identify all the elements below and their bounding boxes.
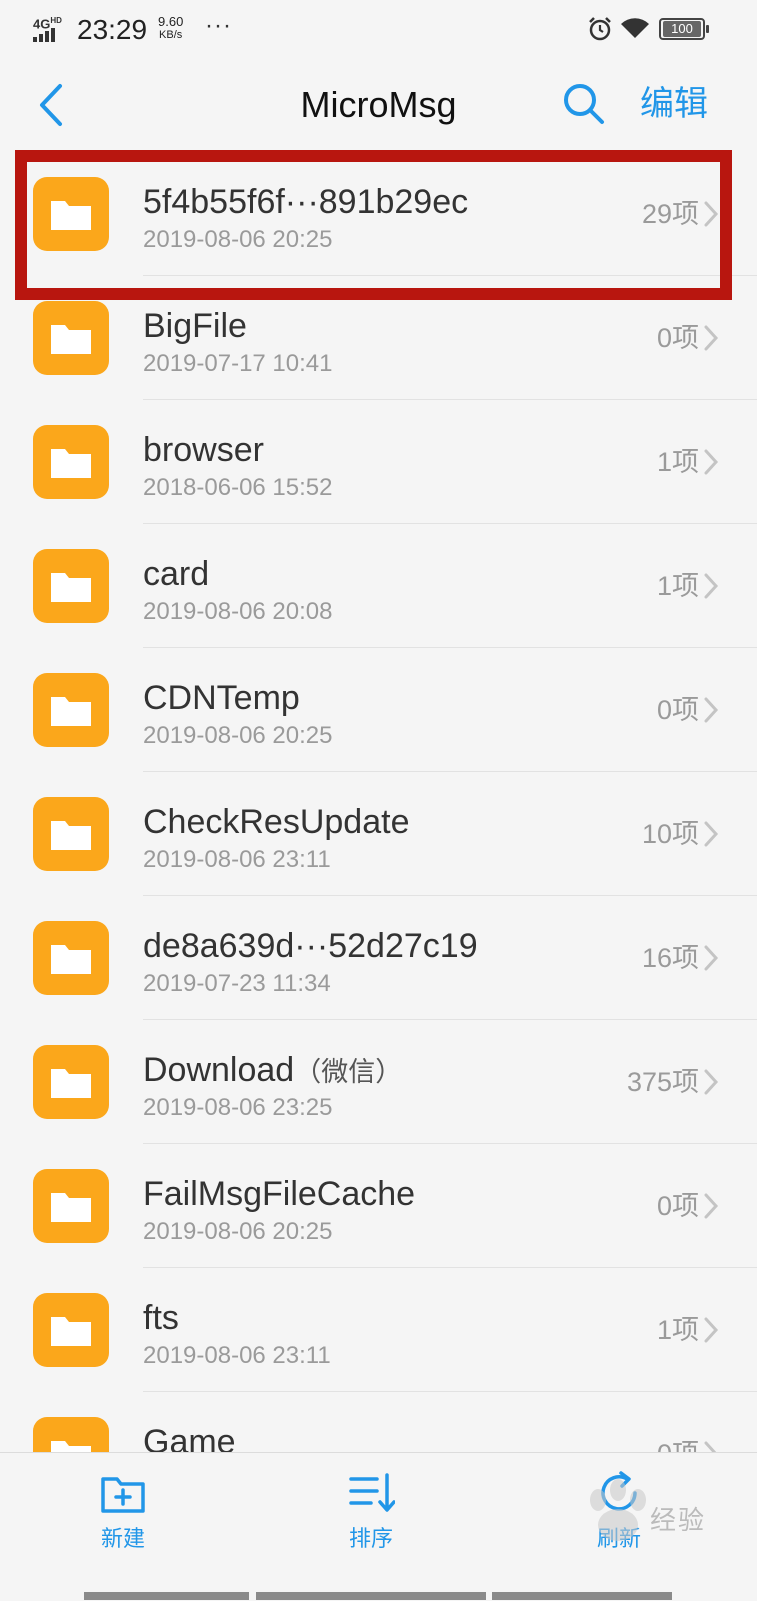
new-folder-icon [101,1477,145,1513]
chevron-right-icon [704,201,719,227]
list-item[interactable]: fts 2019-08-06 23:11 1项 [0,1268,757,1392]
chevron-right-icon [704,697,719,723]
file-date: 2019-07-23 11:34 [143,970,331,997]
folder-icon [33,549,109,623]
file-date: 2019-08-06 20:25 [143,722,333,749]
file-date: 2019-08-06 20:08 [143,598,333,625]
new-folder-button[interactable]: 新建 [48,1453,198,1573]
sort-icon [349,1473,395,1512]
item-count: 0项 [657,1438,699,1452]
alarm-icon [589,17,611,41]
list-item[interactable]: FailMsgFileCache 2019-08-06 20:25 0项 [0,1144,757,1268]
list-item[interactable]: Download（微信） 2019-08-06 23:25 375项 [0,1020,757,1144]
item-count: 1项 [656,1315,699,1345]
battery-level: 100 [663,21,701,37]
file-date: 2018-06-06 15:52 [143,474,333,501]
file-date: 2019-08-06 20:25 [143,1218,333,1245]
chevron-right-icon [704,821,719,847]
folder-icon [33,425,109,499]
item-count: 1项 [656,571,699,601]
file-name: de8a639d···52d27c19 [143,927,478,965]
file-date: 2019-07-17 10:41 [143,350,333,377]
item-count: 375项 [626,1067,699,1097]
folder-icon [33,797,109,871]
file-name: browser [143,431,264,469]
file-name: fts [143,1299,179,1337]
clock: 23:29 [77,14,148,45]
home-indicator [492,1592,672,1600]
wifi-icon [621,18,649,38]
sort-button[interactable]: 排序 [296,1453,446,1573]
file-name: FailMsgFileCache [143,1175,416,1213]
edit-button[interactable]: 编辑 [640,84,708,124]
chevron-right-icon [704,449,719,475]
new-label: 新建 [100,1526,145,1551]
list-item[interactable]: de8a639d···52d27c19 2019-07-23 11:34 16项 [0,896,757,1020]
file-date: 2019-08-06 23:25 [143,1094,333,1121]
file-date: 2019-08-06 23:11 [143,846,331,873]
list-item[interactable]: browser 2018-06-06 15:52 1项 [0,400,757,524]
list-item[interactable]: Game 0项 [0,1392,757,1452]
file-date: 2019-08-06 23:11 [143,1342,331,1369]
chevron-right-icon [704,1317,719,1343]
folder-icon [33,673,109,747]
item-count: 1项 [656,447,699,477]
list-item[interactable]: CDNTemp 2019-08-06 20:25 0项 [0,648,757,772]
chevron-right-icon [704,573,719,599]
file-name: CheckResUpdate [143,803,410,841]
battery-icon: 100 [659,18,709,40]
folder-icon [33,921,109,995]
folder-icon [33,177,109,251]
file-list: 5f4b55f6f···891b29ec 2019-08-06 20:25 29… [0,152,757,1452]
folder-icon [33,1045,109,1119]
page-title: MicroMsg [300,84,457,125]
file-name: CDNTemp [143,679,300,717]
chevron-right-icon [704,945,719,971]
network-speed: 9.60 KB/s [158,14,184,41]
back-button[interactable] [28,80,78,130]
list-item[interactable]: 5f4b55f6f···891b29ec 2019-08-06 20:25 29… [0,152,757,276]
file-name: card [143,555,210,593]
chevron-right-icon [704,325,719,351]
list-item[interactable]: card 2019-08-06 20:08 1项 [0,524,757,648]
nav-bar: MicroMsg 编辑 [0,60,757,152]
home-indicator [84,1592,249,1600]
watermark-text: 经验 [650,1505,707,1535]
file-date: 2019-08-06 20:25 [143,226,333,253]
sort-label: 排序 [348,1526,393,1551]
item-count: 16项 [641,943,699,973]
item-count: 0项 [656,323,699,353]
more-notifications-icon: ··· [205,12,232,39]
folder-icon [33,1417,109,1452]
file-name: Download（微信） [143,1051,403,1089]
file-name: Game [143,1423,236,1452]
chevron-right-icon [704,1193,719,1219]
status-bar: 4GHD 23:29 9.60 KB/s ··· 100 [0,0,757,60]
chevron-right-icon [704,1069,719,1095]
folder-icon [33,1169,109,1243]
item-count: 29项 [641,199,699,229]
list-item[interactable]: BigFile 2019-07-17 10:41 0项 [0,276,757,400]
folder-icon [33,301,109,375]
search-icon[interactable] [560,80,606,126]
item-count: 0项 [656,1191,699,1221]
file-name: 5f4b55f6f···891b29ec [143,183,469,221]
chevron-right-icon [704,1441,717,1452]
folder-icon [33,1293,109,1367]
file-name: BigFile [143,307,247,345]
signal-icon [33,28,55,42]
item-count: 10项 [641,819,699,849]
home-indicator [256,1592,486,1600]
item-count: 0项 [656,695,699,725]
list-item[interactable]: CheckResUpdate 2019-08-06 23:11 10项 [0,772,757,896]
